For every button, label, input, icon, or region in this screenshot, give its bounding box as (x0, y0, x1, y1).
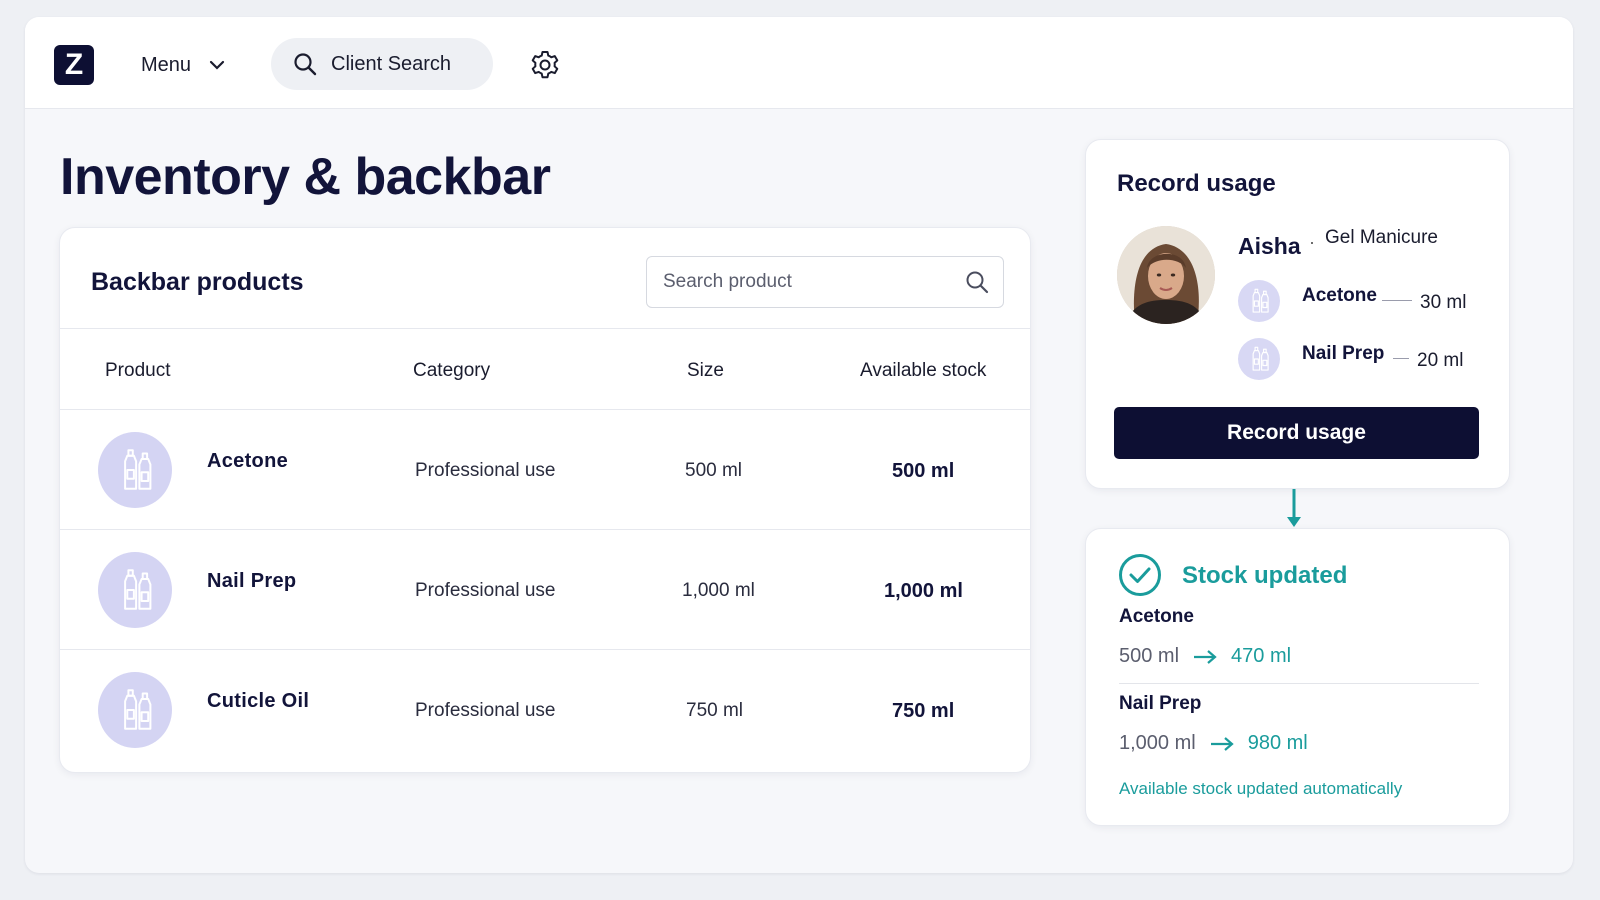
app-logo[interactable]: Z (54, 45, 94, 85)
check-circle-icon (1119, 554, 1161, 596)
top-bar: Z Menu Client Search (25, 17, 1573, 109)
stock-change: 500 ml 470 ml (1119, 645, 1291, 668)
arrow-right-icon (1194, 649, 1217, 664)
table-header: Product Category Size Available stock (60, 328, 1030, 410)
product-category: Professional use (415, 700, 556, 721)
usage-item: Acetone 30 ml (1238, 280, 1483, 322)
stock-from: 500 ml (1119, 645, 1180, 667)
stock-from: 1,000 ml (1119, 732, 1196, 754)
product-size: 1,000 ml (682, 580, 755, 601)
divider (1119, 683, 1479, 684)
usage-item: Nail Prep 20 ml (1238, 338, 1483, 380)
column-header-product[interactable]: Product (105, 360, 170, 382)
stock-to: 470 ml (1231, 645, 1292, 667)
client-avatar (1117, 226, 1215, 324)
backbar-products-card: Backbar products Search product Product … (59, 227, 1031, 773)
product-name: Nail Prep (207, 570, 297, 592)
product-category: Professional use (415, 580, 556, 601)
client-name: Aisha (1238, 233, 1301, 259)
stock-change: 1,000 ml 980 ml (1119, 732, 1308, 755)
table-row[interactable]: Acetone Professional use 500 ml 500 ml (60, 410, 1030, 530)
leader-line (1393, 358, 1409, 359)
menu-button[interactable]: Menu (141, 51, 225, 79)
stock-updated-title: Stock updated (1182, 562, 1348, 589)
page-title: Inventory & backbar (60, 148, 551, 206)
arrow-down-icon (1287, 489, 1301, 527)
product-category: Professional use (415, 460, 556, 481)
record-usage-title: Record usage (1117, 170, 1276, 197)
usage-item-name: Nail Prep (1302, 343, 1385, 364)
column-header-category[interactable]: Category (413, 360, 490, 382)
bottles-icon (1238, 338, 1280, 380)
stock-item-name: Nail Prep (1119, 693, 1202, 714)
product-stock: 1,000 ml (884, 580, 963, 602)
product-name: Cuticle Oil (207, 690, 310, 712)
arrow-right-icon (1210, 736, 1234, 751)
record-usage-card: Record usage Aisha · Gel Manicure Aceton… (1085, 139, 1510, 489)
leader-line (1382, 300, 1412, 301)
separator-dot: · (1309, 232, 1315, 252)
usage-item-amount[interactable]: 20 ml (1417, 350, 1463, 372)
product-size: 750 ml (686, 700, 744, 721)
search-icon[interactable] (965, 270, 989, 294)
bottles-icon (98, 672, 172, 748)
bottles-icon (98, 432, 172, 508)
product-stock: 500 ml (892, 460, 955, 482)
client-search-label: Client Search (331, 52, 452, 75)
chevron-down-icon (209, 60, 225, 70)
stock-updated-card: Stock updated Acetone 500 ml 470 ml Nail… (1085, 528, 1510, 826)
record-usage-button[interactable]: Record usage (1114, 407, 1479, 459)
column-header-available-stock[interactable]: Available stock (860, 360, 986, 382)
app-window: Z Menu Client Search Inventory & backbar… (25, 17, 1573, 873)
bottles-icon (98, 552, 172, 628)
stock-item-name: Acetone (1119, 606, 1194, 627)
usage-item-name: Acetone (1302, 285, 1377, 306)
gear-icon[interactable] (529, 49, 561, 81)
product-name: Acetone (207, 450, 289, 472)
product-stock: 750 ml (892, 700, 955, 722)
client-search-button[interactable]: Client Search (271, 38, 493, 90)
table-row[interactable]: Nail Prep Professional use 1,000 ml 1,00… (60, 530, 1030, 650)
stock-to: 980 ml (1247, 732, 1308, 754)
stock-footnote: Available stock updated automatically (1119, 779, 1403, 798)
bottles-icon (1238, 280, 1280, 322)
product-search-placeholder: Search product (663, 271, 792, 292)
product-size: 500 ml (685, 460, 743, 481)
service-name: Gel Manicure (1325, 227, 1438, 248)
menu-label: Menu (141, 53, 192, 76)
table-row[interactable]: Cuticle Oil Professional use 750 ml 750 … (60, 650, 1030, 770)
usage-item-amount[interactable]: 30 ml (1420, 292, 1466, 314)
search-icon (294, 53, 317, 76)
column-header-size[interactable]: Size (687, 360, 724, 382)
backbar-products-title: Backbar products (91, 268, 304, 296)
product-search-input[interactable]: Search product (646, 256, 1004, 308)
